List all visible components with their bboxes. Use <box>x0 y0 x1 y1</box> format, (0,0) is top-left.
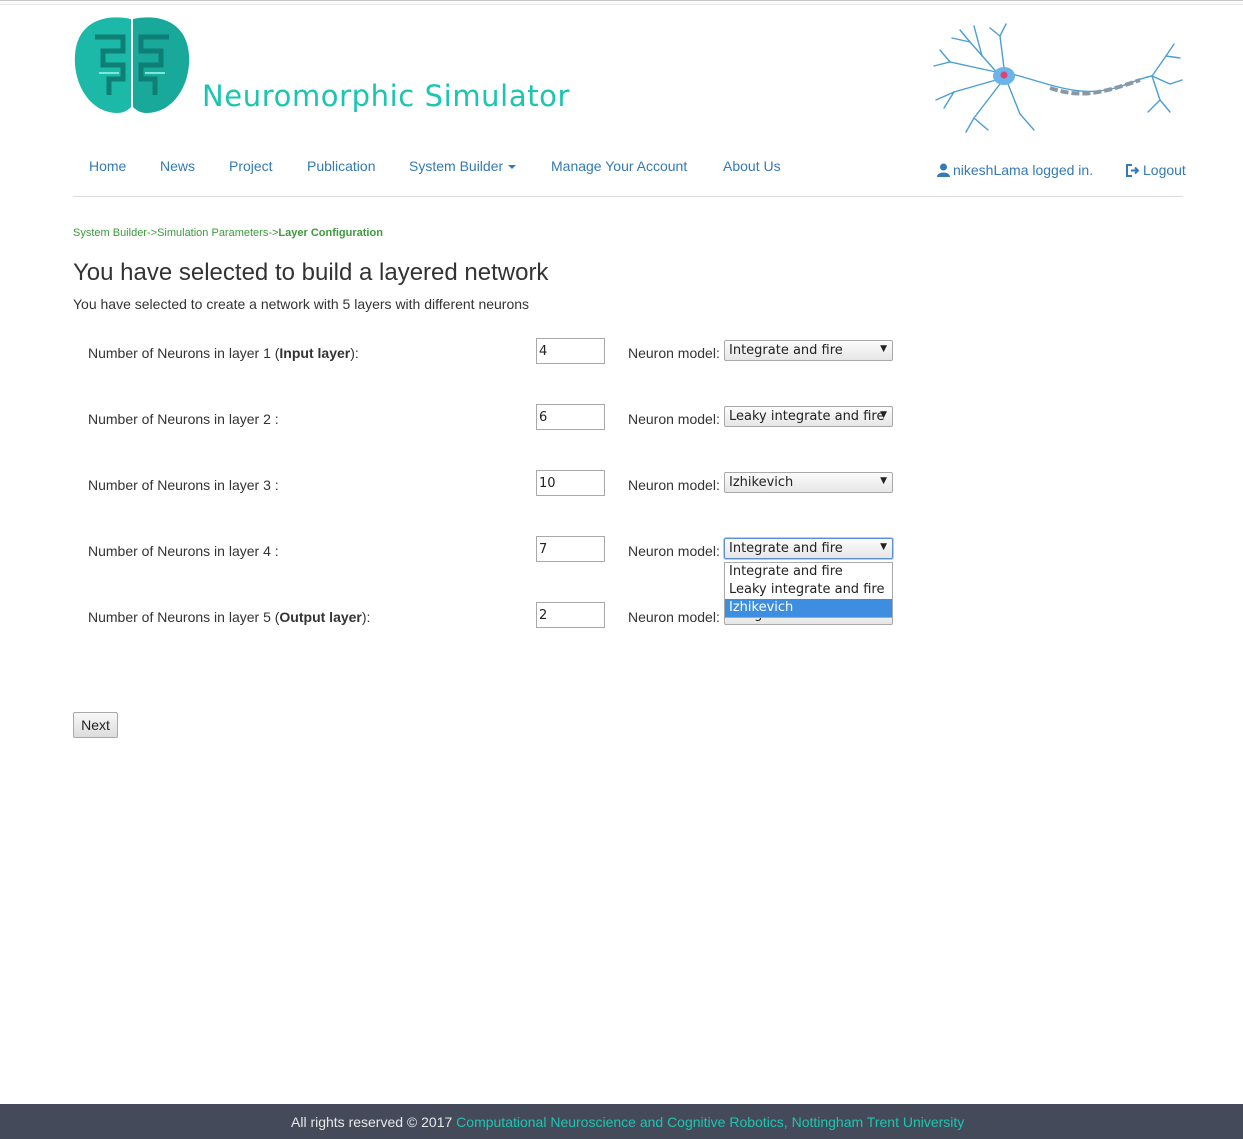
layer-1-label-bold: Input layer <box>279 345 351 361</box>
layer-1-label: Number of Neurons in layer 1 (Input laye… <box>88 345 359 361</box>
page-title: You have selected to build a layered net… <box>73 259 549 286</box>
layer-4-neuron-count-input[interactable] <box>536 536 605 562</box>
layer-5-neuron-count-input[interactable] <box>536 602 605 628</box>
layer-5-label-suffix: ): <box>361 609 371 625</box>
layer-2-label: Number of Neurons in layer 2 : <box>88 411 279 427</box>
neuron-illustration <box>933 23 1183 133</box>
layer-3-model-label: Neuron model: <box>628 477 720 493</box>
footer: All rights reserved © 2017 Computational… <box>0 1104 1243 1139</box>
site-title: Neuromorphic Simulator <box>202 79 571 113</box>
layer-1-model-label: Neuron model: <box>628 345 720 361</box>
layer-4-label-prefix: Number of Neurons in layer 4 : <box>88 543 279 559</box>
breadcrumb: System Builder->Simulation Parameters->L… <box>73 227 383 239</box>
layer-row-3: Number of Neurons in layer 3 : Neuron mo… <box>73 470 913 507</box>
nav-system-builder[interactable]: System Builder <box>409 158 517 174</box>
layer-row-1: Number of Neurons in layer 1 (Input laye… <box>73 338 913 375</box>
page-subtitle: You have selected to create a network wi… <box>73 296 530 312</box>
layer-5-model-label: Neuron model: <box>628 609 720 625</box>
user-icon <box>937 163 950 177</box>
layer-3-neuron-count-input[interactable] <box>536 470 605 496</box>
layer-5-label-prefix: Number of Neurons in layer 5 ( <box>88 609 280 625</box>
select-arrow-icon: ▼ <box>880 476 887 486</box>
breadcrumb-system-builder[interactable]: System Builder-> <box>73 227 157 239</box>
layer-4-model-value: Integrate and fire <box>729 541 843 556</box>
select-arrow-icon: ▼ <box>880 344 887 354</box>
browser-top-border <box>0 0 1243 5</box>
nav-manage-account[interactable]: Manage Your Account <box>551 158 687 174</box>
nav-publication[interactable]: Publication <box>307 158 376 174</box>
layer-4-label: Number of Neurons in layer 4 : <box>88 543 279 559</box>
breadcrumb-simulation-parameters[interactable]: Simulation Parameters-> <box>157 227 278 239</box>
dropdown-option-izhikevich[interactable]: Izhikevich <box>725 599 892 617</box>
layer-3-model-value: Izhikevich <box>729 475 794 490</box>
footer-text: All rights reserved © 2017 Computational… <box>291 1114 964 1130</box>
layer-1-neuron-count-input[interactable] <box>536 338 605 364</box>
layer-3-label-prefix: Number of Neurons in layer 3 : <box>88 477 279 493</box>
brain-logo-icon[interactable] <box>73 15 191 115</box>
dropdown-option-leaky-integrate-and-fire[interactable]: Leaky integrate and fire <box>725 581 892 599</box>
neuron-model-dropdown-list: Integrate and fire Leaky integrate and f… <box>724 562 893 618</box>
user-status-text: nikeshLama logged in. <box>953 162 1094 178</box>
layer-2-model-value: Leaky integrate and fire <box>729 409 885 424</box>
layer-3-neuron-model-select[interactable]: Izhikevich ▼ <box>724 472 893 493</box>
nav-news[interactable]: News <box>160 158 195 174</box>
logout-link[interactable]: Logout <box>1126 162 1186 178</box>
layer-1-label-prefix: Number of Neurons in layer 1 ( <box>88 345 280 361</box>
select-arrow-icon: ▼ <box>880 410 887 420</box>
layer-1-label-suffix: ): <box>350 345 359 361</box>
nav-system-builder-label: System Builder <box>409 158 504 174</box>
layer-3-label: Number of Neurons in layer 3 : <box>88 477 279 493</box>
dropdown-option-integrate-and-fire[interactable]: Integrate and fire <box>725 563 892 581</box>
layer-2-neuron-count-input[interactable] <box>536 404 605 430</box>
layer-1-model-value: Integrate and fire <box>729 343 843 358</box>
nav-about-us[interactable]: About Us <box>723 158 781 174</box>
main-navigation: Home News Project Publication System Bui… <box>73 150 1186 197</box>
select-arrow-icon: ▼ <box>880 542 887 552</box>
breadcrumb-current: Layer Configuration <box>278 227 383 239</box>
logout-label: Logout <box>1143 162 1186 178</box>
layer-row-2: Number of Neurons in layer 2 : Neuron mo… <box>73 404 913 441</box>
logout-icon <box>1126 164 1140 177</box>
layer-5-label-bold: Output layer <box>279 609 362 625</box>
footer-copyright: All rights reserved © 2017 <box>291 1114 457 1130</box>
next-button[interactable]: Next <box>73 712 118 738</box>
footer-university-link[interactable]: Computational Neuroscience and Cognitive… <box>456 1114 964 1130</box>
caret-down-icon <box>508 165 517 170</box>
layer-2-neuron-model-select[interactable]: Leaky integrate and fire ▼ <box>724 406 893 427</box>
layer-1-neuron-model-select[interactable]: Integrate and fire ▼ <box>724 340 893 361</box>
layer-2-model-label: Neuron model: <box>628 411 720 427</box>
nav-project[interactable]: Project <box>229 158 273 174</box>
layer-4-neuron-model-select[interactable]: Integrate and fire ▼ <box>724 538 893 559</box>
nav-home[interactable]: Home <box>89 158 126 174</box>
layer-5-label: Number of Neurons in layer 5 (Output lay… <box>88 609 370 625</box>
user-status-link[interactable]: nikeshLama logged in. <box>937 162 1093 178</box>
layer-4-model-label: Neuron model: <box>628 543 720 559</box>
layer-2-label-prefix: Number of Neurons in layer 2 : <box>88 411 279 427</box>
